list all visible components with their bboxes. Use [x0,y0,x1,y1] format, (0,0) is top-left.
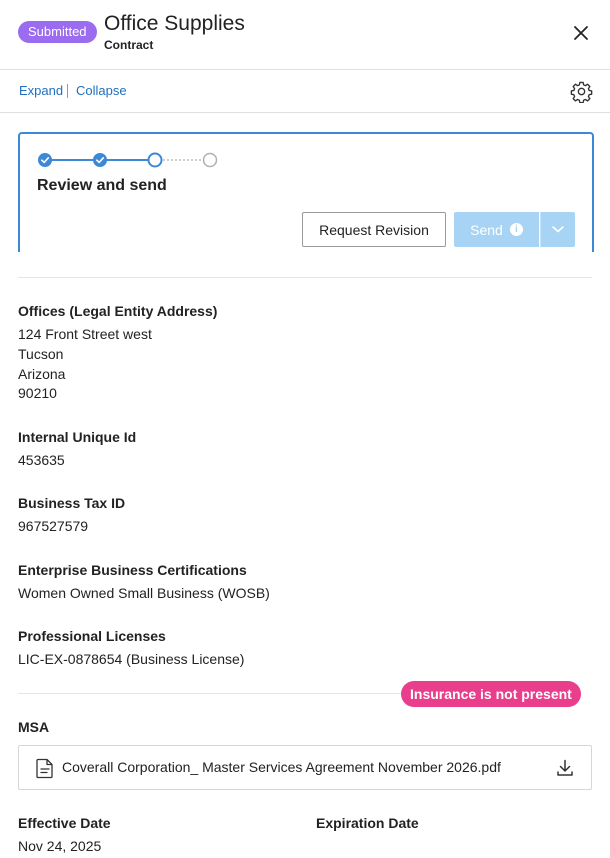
section-divider [18,693,402,694]
expiration-date-label: Expiration Date [316,815,419,831]
address-city: Tucson [18,346,64,362]
download-icon[interactable] [555,758,575,778]
step-complete-icon [38,153,52,167]
step-current-icon [147,152,163,168]
send-options-dropdown[interactable] [540,212,575,247]
expand-link[interactable]: Expand [19,83,63,98]
send-button[interactable]: Send i [454,212,539,247]
tax-id-label: Business Tax ID [18,495,126,511]
step-complete-icon [93,153,107,167]
insurance-warning-badge: Insurance is not present [401,681,581,707]
step-title: Review and send [37,177,167,194]
msa-label: MSA [18,719,50,735]
certifications-value: Women Owned Small Business (WOSB) [18,585,270,601]
step-pending-icon [202,152,218,168]
address-state: Arizona [18,366,66,382]
toolbar: Expand Collapse [0,70,610,113]
status-badge: Submitted [18,21,97,43]
page-subtitle: Contract [104,38,154,52]
internal-id-label: Internal Unique Id [18,429,137,445]
document-icon [36,758,53,779]
internal-id-value: 453635 [18,452,65,468]
panel-header: Submitted Office Supplies Contract [0,0,610,70]
address-street: 124 Front Street west [18,326,152,342]
effective-date-label: Effective Date [18,815,111,831]
info-icon: i [509,223,523,236]
request-revision-button[interactable]: Request Revision [302,212,446,247]
workflow-card: Review and send Request Revision Send i [18,132,594,252]
toolbar-separator [67,84,68,98]
licenses-label: Professional Licenses [18,628,166,644]
progress-stepper [38,152,218,168]
licenses-value: LIC-EX-0878654 (Business License) [18,651,245,667]
tax-id-value: 967527579 [18,518,89,534]
send-button-label: Send [470,221,503,238]
msa-file-name[interactable]: Coverall Corporation_ Master Services Ag… [62,759,501,775]
page-title: Office Supplies [104,12,245,35]
address-zip: 90210 [18,385,57,401]
section-divider [18,277,592,278]
close-icon[interactable] [571,23,591,43]
offices-label: Offices (Legal Entity Address) [18,303,218,319]
chevron-down-icon [552,226,564,233]
gear-icon[interactable] [570,80,593,103]
collapse-link[interactable]: Collapse [76,83,127,98]
certifications-label: Enterprise Business Certifications [18,562,247,578]
effective-date-value: Nov 24, 2025 [18,838,102,854]
msa-file-attachment[interactable]: Coverall Corporation_ Master Services Ag… [18,745,592,790]
